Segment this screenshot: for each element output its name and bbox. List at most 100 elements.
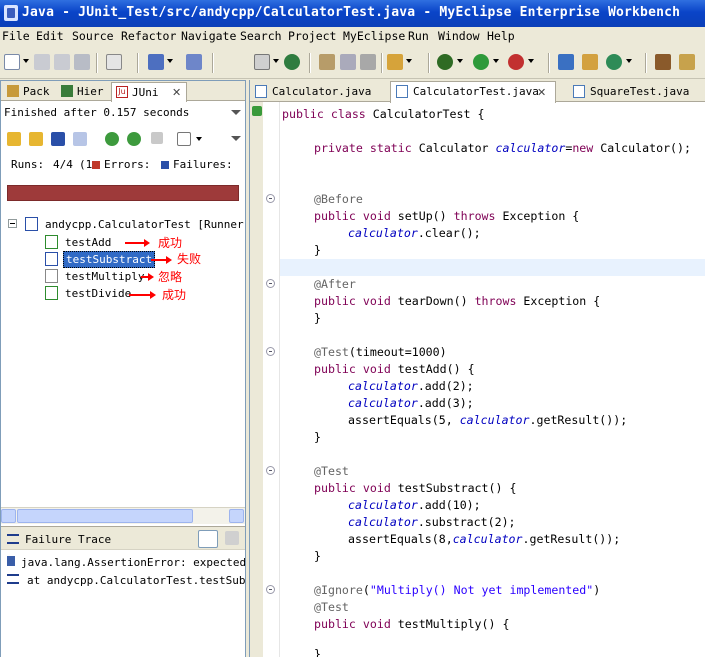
code-line: @Before xyxy=(314,192,363,206)
open-type-icon[interactable] xyxy=(186,54,202,70)
fold-toggle-icon[interactable] xyxy=(266,466,275,475)
java-file-icon xyxy=(573,85,585,98)
new-package-icon[interactable] xyxy=(558,54,574,70)
fold-toggle-icon[interactable] xyxy=(266,279,275,288)
menu-edit[interactable]: Edit xyxy=(36,29,64,43)
code-line: calculator.substract(2); xyxy=(348,515,516,529)
rerun-failed-first-icon[interactable] xyxy=(127,132,141,146)
test-name: testSubstract xyxy=(63,251,156,268)
status-text: Finished after 0.157 seconds xyxy=(4,106,190,119)
tab-squaretest-java[interactable]: SquareTest.java xyxy=(568,82,705,102)
tab-junit[interactable]: Ju JUni ✕ xyxy=(111,82,187,102)
pin-icon[interactable] xyxy=(679,54,695,70)
close-icon[interactable]: ✕ xyxy=(172,86,181,99)
close-icon[interactable]: ✕ xyxy=(537,86,546,99)
code-line: } xyxy=(314,243,321,257)
stop-run-icon[interactable] xyxy=(151,132,163,144)
show-failures-only-icon[interactable] xyxy=(51,132,65,146)
tree-horizontal-scrollbar[interactable] xyxy=(1,507,245,524)
tab-package-explorer[interactable]: Pack xyxy=(3,82,53,101)
menu-myeclipse[interactable]: MyEclipse xyxy=(343,29,405,43)
view-menu-icon[interactable] xyxy=(231,110,241,115)
failure-trace: java.lang.AssertionError: expected:<6> b… xyxy=(1,551,245,657)
tab-calculator-java[interactable]: Calculator.java xyxy=(250,82,378,102)
debug-icon[interactable] xyxy=(437,54,453,70)
tab-hierarchy[interactable]: Hier xyxy=(57,82,107,101)
view-menu-icon[interactable] xyxy=(231,136,241,141)
test-pass-icon xyxy=(45,286,58,300)
java-file-icon xyxy=(396,85,408,98)
trace-line[interactable]: java.lang.AssertionError: expected:<6> b… xyxy=(21,556,245,569)
code-line: assertEquals(8,calculator.getResult()); xyxy=(348,532,621,546)
failure-icon xyxy=(161,161,169,169)
annotation-arrow xyxy=(125,239,150,247)
deploy-icon[interactable] xyxy=(387,54,403,70)
forward-edit-icon[interactable] xyxy=(340,54,356,70)
code-line: calculator.add(3); xyxy=(348,396,474,410)
runs-value: 4/4 xyxy=(53,158,73,171)
junit-toolbar xyxy=(1,124,245,152)
window-title: Java - JUnit_Test/src/andycpp/Calculator… xyxy=(22,5,681,20)
new-icon[interactable] xyxy=(4,54,20,70)
runs-extra: (1 xyxy=(79,158,93,171)
scroll-thumb[interactable] xyxy=(17,509,193,523)
compare-result-icon[interactable] xyxy=(225,531,239,545)
build-icon[interactable] xyxy=(106,54,122,70)
scroll-lock-icon[interactable] xyxy=(73,132,87,146)
trace-line[interactable]: at andycpp.CalculatorTest.testSubstract(… xyxy=(27,574,245,587)
run-external-icon[interactable] xyxy=(508,54,524,70)
menu-help[interactable]: Help xyxy=(487,29,515,43)
menu-file[interactable]: File xyxy=(2,29,30,43)
code-line: } xyxy=(314,311,321,325)
back-edit-icon[interactable] xyxy=(319,54,335,70)
run-icon[interactable] xyxy=(473,54,489,70)
code-area[interactable]: public class CalculatorTest { private st… xyxy=(282,102,705,657)
test-ignored-icon xyxy=(45,269,58,283)
menu-search[interactable]: Search xyxy=(240,29,282,43)
code-line: @Test xyxy=(314,600,349,614)
scroll-left-button[interactable] xyxy=(1,509,16,523)
title-bar[interactable]: Java - JUnit_Test/src/andycpp/Calculator… xyxy=(0,0,705,27)
menu-refactor[interactable]: Refactor xyxy=(121,29,176,43)
tab-label: Calculator.java xyxy=(272,85,372,98)
save-icon[interactable] xyxy=(34,54,50,70)
rerun-test-icon[interactable] xyxy=(105,132,119,146)
annotation-arrow xyxy=(129,291,156,299)
new-class-icon[interactable] xyxy=(582,54,598,70)
collapse-icon[interactable] xyxy=(8,219,17,228)
next-failure-icon[interactable] xyxy=(7,132,21,146)
fold-toggle-icon[interactable] xyxy=(266,585,275,594)
open-file-icon[interactable] xyxy=(254,54,270,70)
code-line: } xyxy=(314,430,321,444)
menu-run[interactable]: Run xyxy=(408,29,429,43)
scroll-right-button[interactable] xyxy=(229,509,244,523)
new-class-wizard-icon[interactable] xyxy=(606,54,622,70)
test-counters: Runs: 4/4 (1 Errors: Failures: xyxy=(1,154,245,174)
save-all-icon[interactable] xyxy=(54,54,70,70)
menu-source[interactable]: Source xyxy=(72,29,114,43)
test-name: testAdd xyxy=(65,236,112,249)
filter-stack-icon[interactable] xyxy=(198,530,218,548)
package-icon xyxy=(7,85,19,97)
fold-toggle-icon[interactable] xyxy=(266,194,275,203)
trace-list-icon xyxy=(7,534,19,544)
code-line: calculator.add(10); xyxy=(348,498,481,512)
copy-icon[interactable] xyxy=(360,54,376,70)
new-java-project-icon[interactable] xyxy=(148,54,164,70)
print-icon[interactable] xyxy=(74,54,90,70)
previous-failure-icon[interactable] xyxy=(29,132,43,146)
fold-toggle-icon[interactable] xyxy=(266,347,275,356)
menu-window[interactable]: Window xyxy=(438,29,480,43)
test-run-history-icon[interactable] xyxy=(177,132,191,146)
code-editor: Calculator.java CalculatorTest.java ✕ Sq… xyxy=(249,80,705,657)
test-progress-bar xyxy=(7,185,239,201)
code-line: } xyxy=(314,549,321,563)
tab-calculatortest-java[interactable]: CalculatorTest.java ✕ xyxy=(390,81,556,103)
java-file-icon xyxy=(255,85,267,98)
open-perspective-icon[interactable] xyxy=(655,54,671,70)
view-tab-bar: Pack Hier Ju JUni ✕ xyxy=(1,81,245,102)
menu-navigate[interactable]: Navigate xyxy=(181,29,236,43)
tree-root[interactable]: andycpp.CalculatorTest [Runner: JUnit 4] xyxy=(1,216,245,232)
web-browser-icon[interactable] xyxy=(284,54,300,70)
menu-project[interactable]: Project xyxy=(288,29,336,43)
